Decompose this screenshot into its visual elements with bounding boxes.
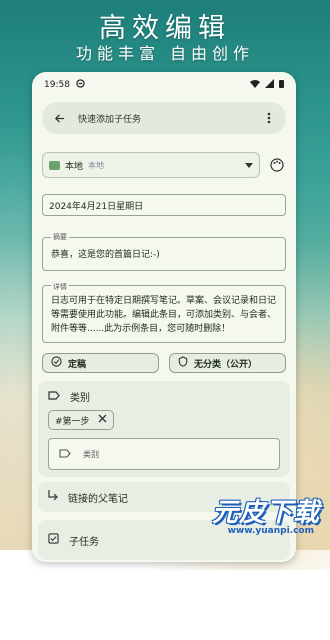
subdirectory-arrow-icon	[48, 490, 58, 504]
task-check-icon	[48, 533, 59, 547]
dropdown-arrow-icon	[245, 162, 253, 168]
signal-icon	[265, 79, 274, 91]
label-icon	[48, 390, 60, 403]
date-value: 2024年4月21日星期日	[49, 201, 144, 212]
shield-icon	[178, 356, 188, 370]
classification-chip[interactable]: 无分类（公开）	[169, 353, 286, 373]
notebook-sub: 本地	[88, 160, 105, 170]
back-arrow-icon[interactable]	[50, 109, 68, 127]
status-icon	[51, 356, 62, 370]
notebook-name: 本地	[65, 161, 84, 172]
quick-add-subtask-input[interactable]: 快速添加子任务	[78, 112, 260, 125]
site-watermark: 元皮下载 www.yuanpi.com	[192, 492, 324, 536]
subtasks-label: 子任务	[69, 536, 99, 548]
summary-legend: 摘要	[51, 232, 69, 242]
quick-add-subtask-bar[interactable]: 快速添加子任务	[42, 102, 286, 134]
category-tag-chip[interactable]: #第一步	[48, 410, 114, 430]
parent-note-label: 链接的父笔记	[68, 493, 128, 505]
wifi-icon	[250, 79, 260, 91]
category-title: 类别	[70, 393, 90, 404]
sync-icon	[76, 79, 85, 91]
category-input[interactable]: 类别	[48, 438, 280, 470]
label-outline-icon	[59, 448, 71, 460]
status-chip-label: 定稿	[68, 359, 87, 370]
status-time: 19:58	[44, 80, 70, 90]
category-input-placeholder: 类别	[83, 449, 99, 459]
details-field[interactable]: 详情 日志可用于在特定日期撰写笔记。草案、会议记录和日记等需要使用此功能。编辑此…	[42, 280, 286, 343]
status-chip[interactable]: 定稿	[42, 353, 159, 373]
close-icon[interactable]	[98, 414, 107, 426]
folder-icon	[49, 160, 60, 170]
watermark-url: www.yuanpi.com	[227, 526, 314, 536]
category-tag-label: #第一步	[55, 416, 90, 427]
phone-screen: 19:58 快速添加子任务 本地 本地 2024年4月21日星期日 摘要 恭喜，…	[32, 72, 296, 562]
battery-icon	[279, 79, 284, 91]
notebook-select[interactable]: 本地 本地	[42, 152, 260, 178]
date-field[interactable]: 2024年4月21日星期日	[42, 194, 286, 216]
more-vert-icon[interactable]	[260, 109, 278, 127]
summary-value: 恭喜，这是您的首篇日记:-)	[51, 250, 160, 260]
palette-icon[interactable]	[268, 156, 286, 174]
category-section: 类别 #第一步 类别	[38, 381, 290, 477]
details-legend: 详情	[51, 280, 69, 294]
details-value: 日志可用于在特定日期撰写笔记。草案、会议记录和日记等需要使用此功能。编辑此条目，…	[51, 296, 277, 334]
status-bar: 19:58	[32, 72, 296, 98]
promo-subline: 功能丰富 自由创作	[75, 44, 255, 63]
summary-field[interactable]: 摘要 恭喜，这是您的首篇日记:-)	[42, 232, 286, 271]
classification-chip-label: 无分类（公开）	[194, 359, 258, 370]
watermark-logo: 元皮下载	[211, 498, 320, 528]
